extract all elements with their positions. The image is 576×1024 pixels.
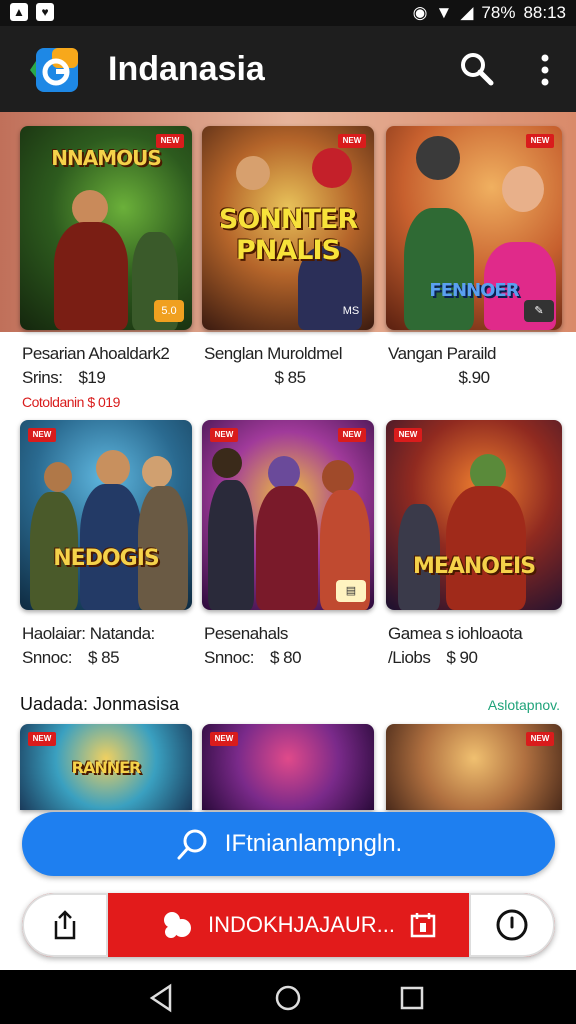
game-info: Senglan Muroldmel $ 85 [204, 344, 376, 388]
rating-chip: 5.0 [154, 300, 184, 322]
game-info: Gamea s iohloaota /Liobs $ 90 [388, 624, 564, 668]
app-logo-icon [30, 48, 78, 92]
game-name[interactable]: Haolaiar: Natanda: [22, 624, 194, 644]
game-price: $19 [78, 368, 106, 387]
price-label: /Liobs [388, 648, 431, 667]
sale-price: Cotoldanin $ 019 [22, 394, 120, 410]
game-art-title: NNAMOUS [51, 146, 162, 170]
timer-icon [496, 909, 528, 941]
game-price: $ 80 [269, 648, 302, 667]
game-info: Haolaiar: Natanda: Snnoc: $ 85 [22, 624, 194, 668]
share-button[interactable] [22, 893, 108, 957]
system-navigation-bar [0, 970, 576, 1024]
section-title: Uadada: Jonmasisa [20, 694, 180, 714]
price-label: Snnoc: [22, 648, 72, 667]
price-label: Snnoc: [204, 648, 254, 667]
new-badge: NEW [210, 428, 238, 442]
calendar-icon [410, 913, 436, 938]
game-art-title: RANNER [71, 758, 142, 777]
app-notification-icon: ♥ [36, 3, 54, 21]
new-badge: NEW [338, 134, 366, 148]
download-label: INDOKHJAJAUR... [208, 912, 396, 937]
game-info: Pesarian Ahoaldark2 Srins: $19 Cotoldani… [22, 344, 194, 410]
game-info: Pesenahals Snnoc: $ 80 [204, 624, 376, 668]
alarm-icon: ◉ [412, 3, 428, 22]
share-icon [54, 910, 76, 940]
clock: 88:13 [523, 3, 566, 22]
new-badge: NEW [526, 134, 554, 148]
search-icon [177, 829, 207, 860]
game-price: $ 90 [446, 648, 478, 667]
game-art-title: SONNTER PNALIS [218, 204, 358, 266]
rating-chip: MS [342, 305, 360, 317]
game-name[interactable]: Pesarian Ahoaldark2 [22, 344, 194, 364]
app-title: Indanasia [108, 50, 265, 88]
game-card[interactable]: FENNOER NEW ✎ [386, 126, 562, 330]
game-price: $.90 [458, 368, 490, 387]
game-name[interactable]: Vangan Paraild [388, 344, 560, 364]
wifi-icon: ▼ [435, 3, 453, 22]
game-card[interactable]: NEDOGIS NEW [20, 420, 192, 610]
game-price: $ 85 [274, 368, 306, 387]
edit-icon[interactable]: ✎ [524, 300, 554, 322]
app-bar: Indanasia [0, 26, 576, 112]
status-bar: ▲ ♥ ◉ ▼ ◢ 78% 88:13 [0, 0, 576, 26]
game-art-title: FENNOER [429, 280, 519, 301]
back-icon[interactable] [146, 982, 178, 1014]
game-name[interactable]: Pesenahals [204, 624, 376, 644]
new-badge: NEW [210, 732, 238, 746]
recents-icon[interactable] [396, 982, 428, 1014]
image-notification-icon: ▲ [10, 3, 28, 21]
timer-button[interactable] [469, 893, 555, 957]
game-art-title: MEANOEIS [412, 554, 536, 579]
search-icon[interactable] [458, 50, 496, 88]
new-badge: NEW [394, 428, 422, 442]
home-icon[interactable] [272, 982, 304, 1014]
new-badge: NEW [338, 428, 366, 442]
game-name[interactable]: Gamea s iohloaota [388, 624, 564, 644]
game-card[interactable]: NEW [386, 724, 562, 810]
download-button[interactable]: INDOKHJAJAUR... [162, 893, 437, 957]
game-controller-icon [164, 912, 191, 938]
game-info: Vangan Paraild $.90 [388, 344, 560, 388]
new-badge: NEW [526, 732, 554, 746]
game-price: $ 85 [87, 648, 120, 667]
gift-icon[interactable]: ▤ [336, 580, 366, 602]
secondary-action-bar: INDOKHJAJAUR... [22, 893, 555, 957]
see-all-link[interactable]: Aslotapnov. [488, 697, 560, 713]
primary-action-label: IFtnianlampngln. [224, 830, 403, 857]
game-name[interactable]: Senglan Muroldmel [204, 344, 376, 364]
price-label: Srins: [22, 368, 63, 387]
game-art-title: NEDOGIS [53, 546, 160, 571]
game-card[interactable]: NEW NEW ▤ [202, 420, 374, 610]
game-card[interactable]: NEW [202, 724, 374, 810]
game-card[interactable]: MEANOEIS NEW [386, 420, 562, 610]
new-badge: NEW [156, 134, 184, 148]
new-badge: NEW [28, 428, 56, 442]
more-options-icon[interactable] [530, 50, 560, 90]
battery-percent: 78% [481, 3, 516, 22]
game-card[interactable]: NNAMOUS NEW 5.0 [20, 126, 192, 330]
new-badge: NEW [28, 732, 56, 746]
primary-action-button[interactable]: IFtnianlampngln. [22, 812, 555, 876]
game-card[interactable]: RANNER NEW [20, 724, 192, 810]
signal-icon: ◢ [460, 3, 474, 22]
game-card[interactable]: SONNTER PNALIS NEW MS [202, 126, 374, 330]
